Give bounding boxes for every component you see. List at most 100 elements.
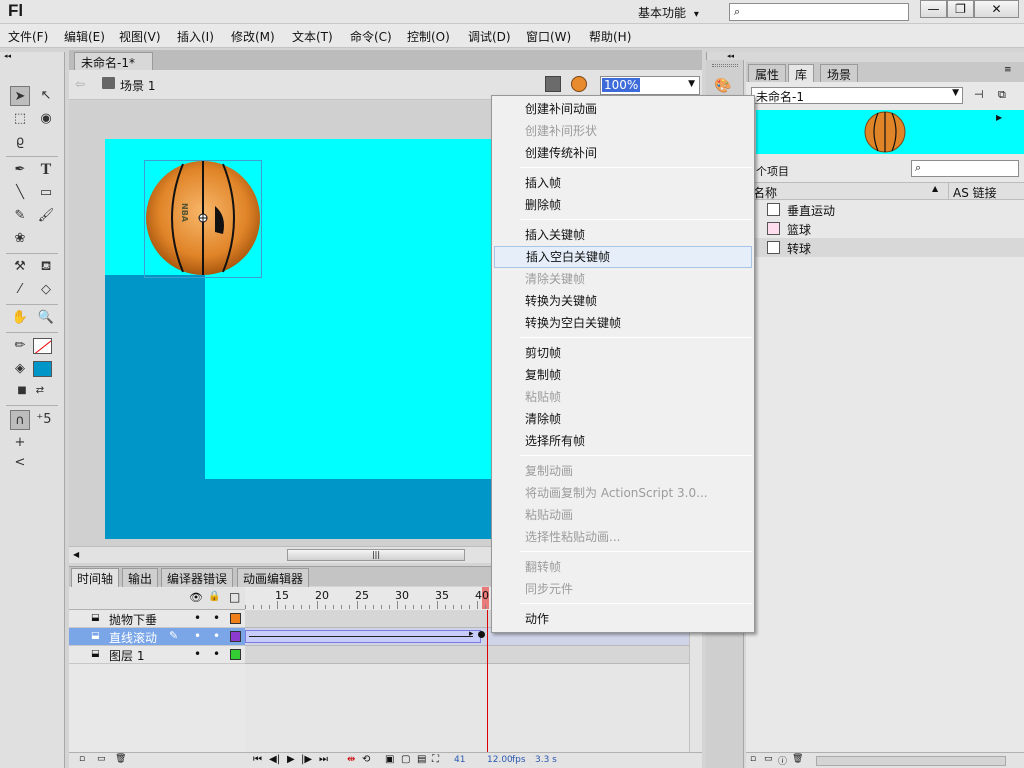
play-preview-icon[interactable]: ▶	[996, 113, 1002, 122]
keyframe-dot[interactable]	[478, 631, 485, 638]
layer-row[interactable]: ⬓ 图层 1 • •	[69, 646, 245, 664]
visibility-dot[interactable]: •	[194, 611, 201, 625]
menu-item[interactable]: 控制(O)	[407, 28, 450, 45]
line-tool-icon[interactable]: ╲	[10, 183, 30, 203]
library-item-spin[interactable]: 转球	[746, 238, 1024, 257]
edit-symbols-icon[interactable]	[571, 76, 587, 92]
tab-library[interactable]: 库	[788, 64, 815, 82]
loop-icon[interactable]: ⟲	[362, 754, 370, 765]
edit-scene-icon[interactable]	[545, 76, 561, 92]
layer-name[interactable]: 抛物下垂	[109, 611, 157, 628]
basketball[interactable]: NBA	[145, 160, 261, 276]
scroll-left-icon[interactable]: ◀	[73, 550, 79, 559]
minimize-button[interactable]: —	[920, 0, 947, 18]
help-search-input[interactable]: ⌕	[729, 3, 909, 21]
current-frame[interactable]: 41	[454, 755, 465, 765]
center-frame-icon[interactable]: ⇹	[347, 754, 355, 765]
blue-floor[interactable]	[205, 479, 495, 539]
layer-name[interactable]: 直线滚动	[109, 629, 157, 646]
library-item-vertical-motion[interactable]: 垂直运动	[746, 200, 1024, 219]
straighten-icon[interactable]: +<	[10, 433, 30, 470]
blue-wall[interactable]	[105, 275, 205, 539]
modify-markers-icon[interactable]: ⛶	[432, 754, 439, 765]
menu-item[interactable]: 调试(D)	[468, 28, 511, 45]
color-palette-icon[interactable]: 🎨	[714, 78, 736, 94]
lock-icon[interactable]: 🔒	[208, 591, 220, 602]
eraser-icon[interactable]: ◇	[36, 280, 56, 300]
free-transform-icon[interactable]: ⬚	[10, 109, 30, 129]
context-menu-item[interactable]: 插入空白关键帧	[494, 246, 752, 268]
eye-icon[interactable]: 👁	[189, 591, 203, 604]
zoom-select[interactable]: 100% ▼	[600, 76, 700, 95]
next-frame-icon[interactable]: |▶	[301, 754, 312, 765]
onion-skin-icon[interactable]: ▣	[385, 754, 394, 765]
context-menu-item[interactable]: 创建传统补间	[492, 142, 754, 164]
fill-color-icon[interactable]: ◈	[10, 359, 30, 379]
scroll-thumb[interactable]: |||	[287, 549, 465, 561]
hand-tool-icon[interactable]: ✋	[10, 308, 30, 328]
tab-library[interactable]: 属性	[748, 64, 787, 82]
tab-panel[interactable]: 编译器错误	[161, 568, 234, 587]
context-menu-item[interactable]: 转换为关键帧	[492, 290, 754, 312]
context-menu-item[interactable]: 删除帧	[492, 194, 754, 216]
eyedropper-icon[interactable]: ⁄	[10, 280, 30, 300]
context-menu-item[interactable]: 插入帧	[492, 172, 754, 194]
scene-name[interactable]: 场景 1	[120, 77, 155, 94]
workspace-switcher[interactable]: 基本功能 ▾	[638, 4, 699, 21]
new-library-panel-icon[interactable]: ⧉	[998, 88, 1006, 102]
restore-button[interactable]: ❐	[947, 0, 974, 18]
tab-library[interactable]: 场景	[820, 64, 859, 82]
stroke-swatch[interactable]	[33, 338, 52, 354]
menu-item[interactable]: 视图(V)	[119, 28, 161, 45]
layer-color-swatch[interactable]	[230, 649, 241, 660]
visibility-dot[interactable]: •	[194, 629, 201, 643]
pen-tool-icon[interactable]: ✒	[10, 160, 30, 180]
context-menu-item[interactable]: 转换为空白关键帧	[492, 312, 754, 334]
collapse-icon[interactable]: ◂◂	[0, 52, 65, 60]
menu-item[interactable]: 插入(I)	[177, 28, 214, 45]
deco-tool-icon[interactable]: ❀	[10, 229, 30, 249]
context-menu-item[interactable]: 剪切帧	[492, 342, 754, 364]
lock-dot[interactable]: •	[213, 611, 220, 625]
selection-tool-icon[interactable]: ➤	[10, 86, 30, 106]
column-name[interactable]: 名称	[753, 184, 777, 201]
new-folder-icon[interactable]: ▭	[764, 754, 773, 764]
layer-row[interactable]: ⬓ 直线滚动 ✎ • •	[69, 628, 245, 646]
column-as-link[interactable]: AS 链接	[953, 184, 997, 201]
play-icon[interactable]: ▶	[287, 754, 295, 765]
lasso-icon[interactable]: ϱ	[10, 132, 30, 152]
tab-panel[interactable]: 动画编辑器	[237, 568, 310, 587]
context-menu-item[interactable]: 选择所有帧	[492, 430, 754, 452]
visibility-dot[interactable]: •	[194, 647, 201, 661]
stroke-color-icon[interactable]: ✏	[10, 336, 30, 356]
smooth-icon[interactable]: ⁺5	[34, 410, 54, 430]
layer-row[interactable]: ⬓ 抛物下垂 • •	[69, 610, 245, 628]
snap-magnet-icon[interactable]: ∩	[10, 410, 30, 430]
delete-icon[interactable]: 🗑	[792, 754, 803, 764]
zoom-tool-icon[interactable]: 🔍	[36, 308, 56, 328]
fill-swatch[interactable]	[33, 361, 52, 377]
new-folder-icon[interactable]: ▭	[97, 754, 106, 764]
tab-document[interactable]: 未命名-1* ×	[74, 52, 153, 85]
menu-item[interactable]: 帮助(H)	[589, 28, 631, 45]
context-menu-item[interactable]: 动作	[492, 608, 754, 630]
subselection-tool-icon[interactable]: ↖	[36, 86, 56, 106]
library-item-basketball[interactable]: 篮球	[746, 219, 1024, 238]
context-menu-item[interactable]: 插入关键帧	[492, 224, 754, 246]
onion-outline-icon[interactable]: ▢	[401, 754, 410, 765]
properties-icon[interactable]: ⓘ	[778, 754, 787, 767]
lock-dot[interactable]: •	[213, 647, 220, 661]
3d-rotation-icon[interactable]: ◉	[36, 109, 56, 129]
context-menu-item[interactable]: 清除帧	[492, 408, 754, 430]
layer-color-swatch[interactable]	[230, 613, 241, 624]
stage[interactable]: NBA	[105, 139, 495, 539]
library-search-input[interactable]: ⌕	[911, 160, 1019, 177]
tab-panel[interactable]: 时间轴	[71, 568, 120, 587]
text-tool-icon[interactable]: T	[36, 160, 56, 180]
context-menu-item[interactable]: 复制帧	[492, 364, 754, 386]
rectangle-tool-icon[interactable]: ▭	[36, 183, 56, 203]
default-colors-icon[interactable]: ■	[12, 381, 32, 401]
tab-panel[interactable]: 输出	[122, 568, 159, 587]
panel-menu-icon[interactable]: ≡	[1004, 65, 1012, 75]
collapse-icon[interactable]: ◂◂	[727, 52, 734, 60]
